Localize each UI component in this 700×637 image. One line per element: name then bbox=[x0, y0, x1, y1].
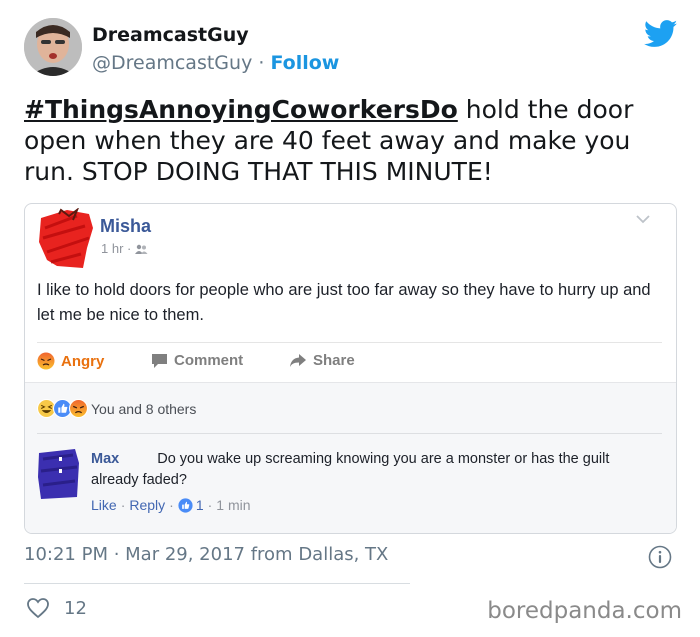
share-label: Share bbox=[313, 352, 355, 369]
post-time[interactable]: 1 hr bbox=[101, 241, 123, 256]
post-meta: 1 hr · bbox=[101, 241, 148, 256]
like-count: 12 bbox=[64, 597, 87, 619]
comment-reply-link[interactable]: Reply bbox=[129, 497, 165, 513]
info-icon[interactable] bbox=[648, 545, 672, 569]
handle-separator: · bbox=[252, 52, 271, 74]
share-button[interactable]: Share bbox=[289, 352, 355, 369]
comment-button[interactable]: Comment bbox=[151, 352, 243, 369]
reactions-text: You and 8 others bbox=[91, 400, 197, 417]
like-action[interactable]: 12 bbox=[26, 597, 87, 619]
reactions-summary[interactable]: You and 8 others bbox=[37, 399, 196, 418]
post-actions: Angry Comment Share bbox=[37, 352, 437, 374]
embedded-facebook-post[interactable]: Misha 1 hr · I like to hold doors for pe… bbox=[24, 203, 677, 534]
fb-reactions-section: You and 8 others Max Do you wake up screa… bbox=[25, 382, 676, 533]
friends-icon bbox=[134, 244, 148, 254]
post-text: I like to hold doors for people who are … bbox=[37, 281, 651, 324]
angry-label: Angry bbox=[61, 352, 105, 370]
dot-separator: · bbox=[207, 497, 213, 513]
comment-like-link[interactable]: Like bbox=[91, 497, 117, 513]
tweet-timestamp[interactable]: 10:21 PM · Mar 29, 2017 from Dallas, TX bbox=[24, 544, 388, 565]
comment-time[interactable]: 1 min bbox=[216, 497, 250, 513]
comment-actions: Like · Reply · 1 · 1 min bbox=[91, 497, 251, 513]
tweet-header: DreamcastGuy @DreamcastGuy · Follow bbox=[24, 18, 680, 84]
author-handle[interactable]: @DreamcastGuy bbox=[92, 52, 252, 74]
share-arrow-icon bbox=[290, 354, 306, 367]
chevron-down-icon[interactable] bbox=[636, 214, 650, 224]
angry-face-icon bbox=[37, 352, 55, 370]
post-author[interactable]: Misha bbox=[100, 216, 151, 237]
angry-reaction-button[interactable]: Angry bbox=[37, 352, 104, 370]
heart-icon bbox=[27, 598, 49, 619]
comment-text: Do you wake up screaming knowing you are… bbox=[91, 451, 610, 488]
follow-button[interactable]: Follow bbox=[270, 52, 339, 74]
hashtag-link[interactable]: #ThingsAnnoyingCoworkersDo bbox=[24, 95, 458, 124]
comment-body: Max Do you wake up screaming knowing you … bbox=[91, 449, 651, 491]
divider bbox=[37, 433, 662, 434]
redacted-avatar bbox=[37, 208, 95, 270]
dot-separator: · bbox=[120, 497, 126, 513]
author-handle-line: @DreamcastGuy · Follow bbox=[92, 52, 339, 74]
tweet-text: #ThingsAnnoyingCoworkersDo hold the door… bbox=[24, 94, 674, 187]
angry-face-icon bbox=[69, 399, 88, 418]
meta-separator: · bbox=[123, 241, 135, 256]
reaction-icons bbox=[37, 399, 88, 418]
comment-label: Comment bbox=[174, 352, 244, 369]
divider bbox=[24, 583, 410, 584]
dot-separator: · bbox=[169, 497, 174, 513]
watermark: boredpanda.com bbox=[487, 598, 682, 624]
divider bbox=[37, 342, 662, 343]
comment-icon bbox=[152, 353, 167, 368]
comment-like-count[interactable]: 1 bbox=[196, 497, 204, 513]
twitter-bird-icon[interactable] bbox=[644, 20, 678, 48]
redacted-avatar bbox=[37, 447, 81, 501]
like-thumb-icon bbox=[178, 497, 193, 513]
fb-post-body: Misha 1 hr · I like to hold doors for pe… bbox=[25, 204, 676, 382]
avatar[interactable] bbox=[24, 18, 82, 76]
author-name[interactable]: DreamcastGuy bbox=[92, 24, 249, 46]
comment-author[interactable]: Max bbox=[91, 451, 119, 467]
